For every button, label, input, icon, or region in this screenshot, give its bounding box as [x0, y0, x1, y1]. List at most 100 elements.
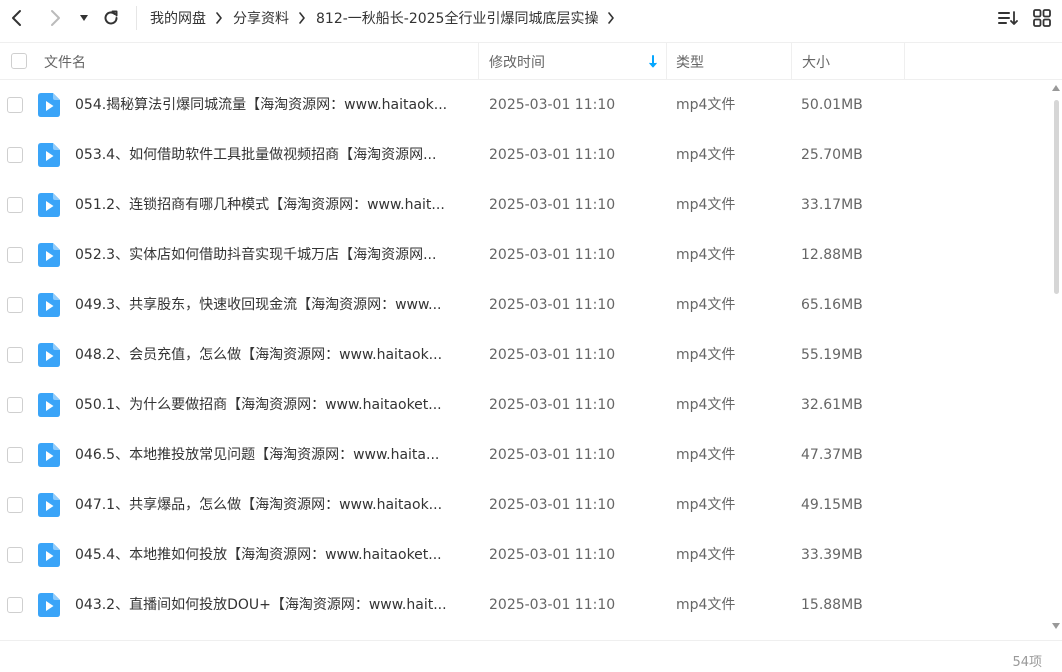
- file-type: mp4文件: [676, 97, 736, 113]
- file-row[interactable]: 048.2、会员充值，怎么做【海淘资源网：www.haitaok... 2025-…: [0, 330, 1050, 380]
- file-row[interactable]: 043.2、直播间如何投放DOU+【海淘资源网：www.hait... 2025-…: [0, 580, 1050, 630]
- video-file-icon: [38, 443, 60, 467]
- file-name[interactable]: 046.5、本地推投放常见问题【海淘资源网：www.haita...: [75, 430, 470, 480]
- scrollbar-thumb[interactable]: [1054, 100, 1059, 294]
- breadcrumb-item-my-drive[interactable]: 我的网盘: [150, 8, 206, 28]
- chevron-right-icon: [51, 10, 60, 26]
- select-all-checkbox[interactable]: [11, 53, 27, 69]
- row-checkbox[interactable]: [7, 447, 23, 463]
- file-row[interactable]: 047.1、共享爆品，怎么做【海淘资源网：www.haitaok... 2025-…: [0, 480, 1050, 530]
- file-size: 55.19MB: [801, 347, 863, 363]
- file-modified-time: 2025-03-01 11:10: [489, 197, 616, 213]
- column-header-size[interactable]: 大小: [802, 43, 830, 80]
- column-divider[interactable]: [904, 43, 905, 80]
- chevron-right-icon[interactable]: [607, 12, 615, 24]
- file-modified-time: 2025-03-01 11:10: [489, 547, 616, 563]
- file-list: 054.揭秘算法引爆同城流量【海淘资源网：www.haitaok... 2025-…: [0, 80, 1050, 640]
- video-file-icon: [38, 293, 60, 317]
- video-file-icon: [38, 393, 60, 417]
- row-checkbox[interactable]: [7, 197, 23, 213]
- row-checkbox[interactable]: [7, 597, 23, 613]
- toolbar-divider: [136, 6, 137, 30]
- breadcrumb-item-current-folder[interactable]: 812-一秋船长-2025全行业引爆同城底层实操: [316, 8, 598, 28]
- scroll-down-icon[interactable]: [1052, 622, 1060, 630]
- chevron-right-icon: [298, 12, 306, 24]
- column-divider[interactable]: [666, 43, 667, 80]
- file-modified-time: 2025-03-01 11:10: [489, 497, 616, 513]
- file-type: mp4文件: [676, 397, 736, 413]
- status-bar: 54项: [0, 640, 1062, 672]
- file-modified-time: 2025-03-01 11:10: [489, 297, 616, 313]
- row-checkbox[interactable]: [7, 147, 23, 163]
- file-name[interactable]: 045.4、本地推如何投放【海淘资源网：www.haitaoket...: [75, 530, 470, 580]
- item-count: 54项: [1012, 655, 1042, 670]
- forward-button[interactable]: [42, 5, 68, 31]
- row-checkbox[interactable]: [7, 347, 23, 363]
- file-type: mp4文件: [676, 547, 736, 563]
- column-header-name[interactable]: 文件名: [44, 43, 86, 80]
- file-row[interactable]: 053.4、如何借助软件工具批量做视频招商【海淘资源网... 2025-03-01…: [0, 130, 1050, 180]
- file-size: 33.17MB: [801, 197, 863, 213]
- row-checkbox[interactable]: [7, 497, 23, 513]
- file-name[interactable]: 048.2、会员充值，怎么做【海淘资源网：www.haitaok...: [75, 330, 470, 380]
- file-row[interactable]: 052.3、实体店如何借助抖音实现千城万店【海淘资源网... 2025-03-01…: [0, 230, 1050, 280]
- back-button[interactable]: [4, 5, 30, 31]
- file-name[interactable]: 049.3、共享股东，快速收回现金流【海淘资源网：www...: [75, 280, 470, 330]
- file-name[interactable]: 047.1、共享爆品，怎么做【海淘资源网：www.haitaok...: [75, 480, 470, 530]
- file-row[interactable]: 050.1、为什么要做招商【海淘资源网：www.haitaoket... 2025…: [0, 380, 1050, 430]
- column-divider[interactable]: [478, 43, 479, 80]
- file-type: mp4文件: [676, 347, 736, 363]
- file-size: 25.70MB: [801, 147, 863, 163]
- file-row[interactable]: 051.2、连锁招商有哪几种模式【海淘资源网：www.hait... 2025-0…: [0, 180, 1050, 230]
- row-checkbox[interactable]: [7, 97, 23, 113]
- file-name[interactable]: 043.2、直播间如何投放DOU+【海淘资源网：www.hait...: [75, 580, 470, 630]
- file-size: 65.16MB: [801, 297, 863, 313]
- sort-list-icon: [998, 11, 1018, 25]
- video-file-icon: [38, 193, 60, 217]
- column-header-modified[interactable]: 修改时间: [489, 43, 545, 80]
- refresh-button[interactable]: [98, 5, 124, 31]
- file-size: 49.15MB: [801, 497, 863, 513]
- file-name[interactable]: 052.3、实体店如何借助抖音实现千城万店【海淘资源网...: [75, 230, 470, 280]
- file-name[interactable]: 050.1、为什么要做招商【海淘资源网：www.haitaoket...: [75, 380, 470, 430]
- video-file-icon: [38, 343, 60, 367]
- file-row[interactable]: 046.5、本地推投放常见问题【海淘资源网：www.haita... 2025-0…: [0, 430, 1050, 480]
- video-file-icon: [38, 543, 60, 567]
- chevron-left-icon: [12, 10, 21, 26]
- file-modified-time: 2025-03-01 11:10: [489, 397, 616, 413]
- file-size: 47.37MB: [801, 447, 863, 463]
- file-row[interactable]: 054.揭秘算法引爆同城流量【海淘资源网：www.haitaok... 2025-…: [0, 80, 1050, 130]
- sort-button[interactable]: [996, 6, 1020, 30]
- grid-view-button[interactable]: [1030, 6, 1054, 30]
- file-size: 50.01MB: [801, 97, 863, 113]
- row-checkbox[interactable]: [7, 247, 23, 263]
- file-modified-time: 2025-03-01 11:10: [489, 347, 616, 363]
- sort-desc-icon[interactable]: [648, 43, 658, 80]
- file-name[interactable]: 053.4、如何借助软件工具批量做视频招商【海淘资源网...: [75, 130, 470, 180]
- column-header-type[interactable]: 类型: [676, 43, 704, 80]
- row-checkbox[interactable]: [7, 397, 23, 413]
- file-modified-time: 2025-03-01 11:10: [489, 97, 616, 113]
- file-type: mp4文件: [676, 297, 736, 313]
- row-checkbox[interactable]: [7, 547, 23, 563]
- file-name[interactable]: 054.揭秘算法引爆同城流量【海淘资源网：www.haitaok...: [75, 80, 470, 130]
- file-type: mp4文件: [676, 447, 736, 463]
- refresh-icon: [104, 10, 118, 25]
- file-row[interactable]: 045.4、本地推如何投放【海淘资源网：www.haitaoket... 2025…: [0, 530, 1050, 580]
- row-checkbox[interactable]: [7, 297, 23, 313]
- file-size: 33.39MB: [801, 547, 863, 563]
- file-modified-time: 2025-03-01 11:10: [489, 247, 616, 263]
- file-modified-time: 2025-03-01 11:10: [489, 147, 616, 163]
- vertical-scrollbar[interactable]: [1050, 84, 1062, 634]
- breadcrumb-item-shared[interactable]: 分享资料: [233, 8, 289, 28]
- history-dropdown-button[interactable]: [74, 5, 94, 31]
- file-name[interactable]: 051.2、连锁招商有哪几种模式【海淘资源网：www.hait...: [75, 180, 470, 230]
- grid-icon: [1033, 9, 1051, 27]
- breadcrumb: 我的网盘 分享资料 812-一秋船长-2025全行业引爆同城底层实操: [150, 0, 625, 36]
- column-divider[interactable]: [791, 43, 792, 80]
- file-type: mp4文件: [676, 597, 736, 613]
- caret-down-icon: [80, 15, 88, 21]
- file-type: mp4文件: [676, 497, 736, 513]
- scroll-up-icon[interactable]: [1052, 84, 1060, 92]
- file-row[interactable]: 049.3、共享股东，快速收回现金流【海淘资源网：www... 2025-03-0…: [0, 280, 1050, 330]
